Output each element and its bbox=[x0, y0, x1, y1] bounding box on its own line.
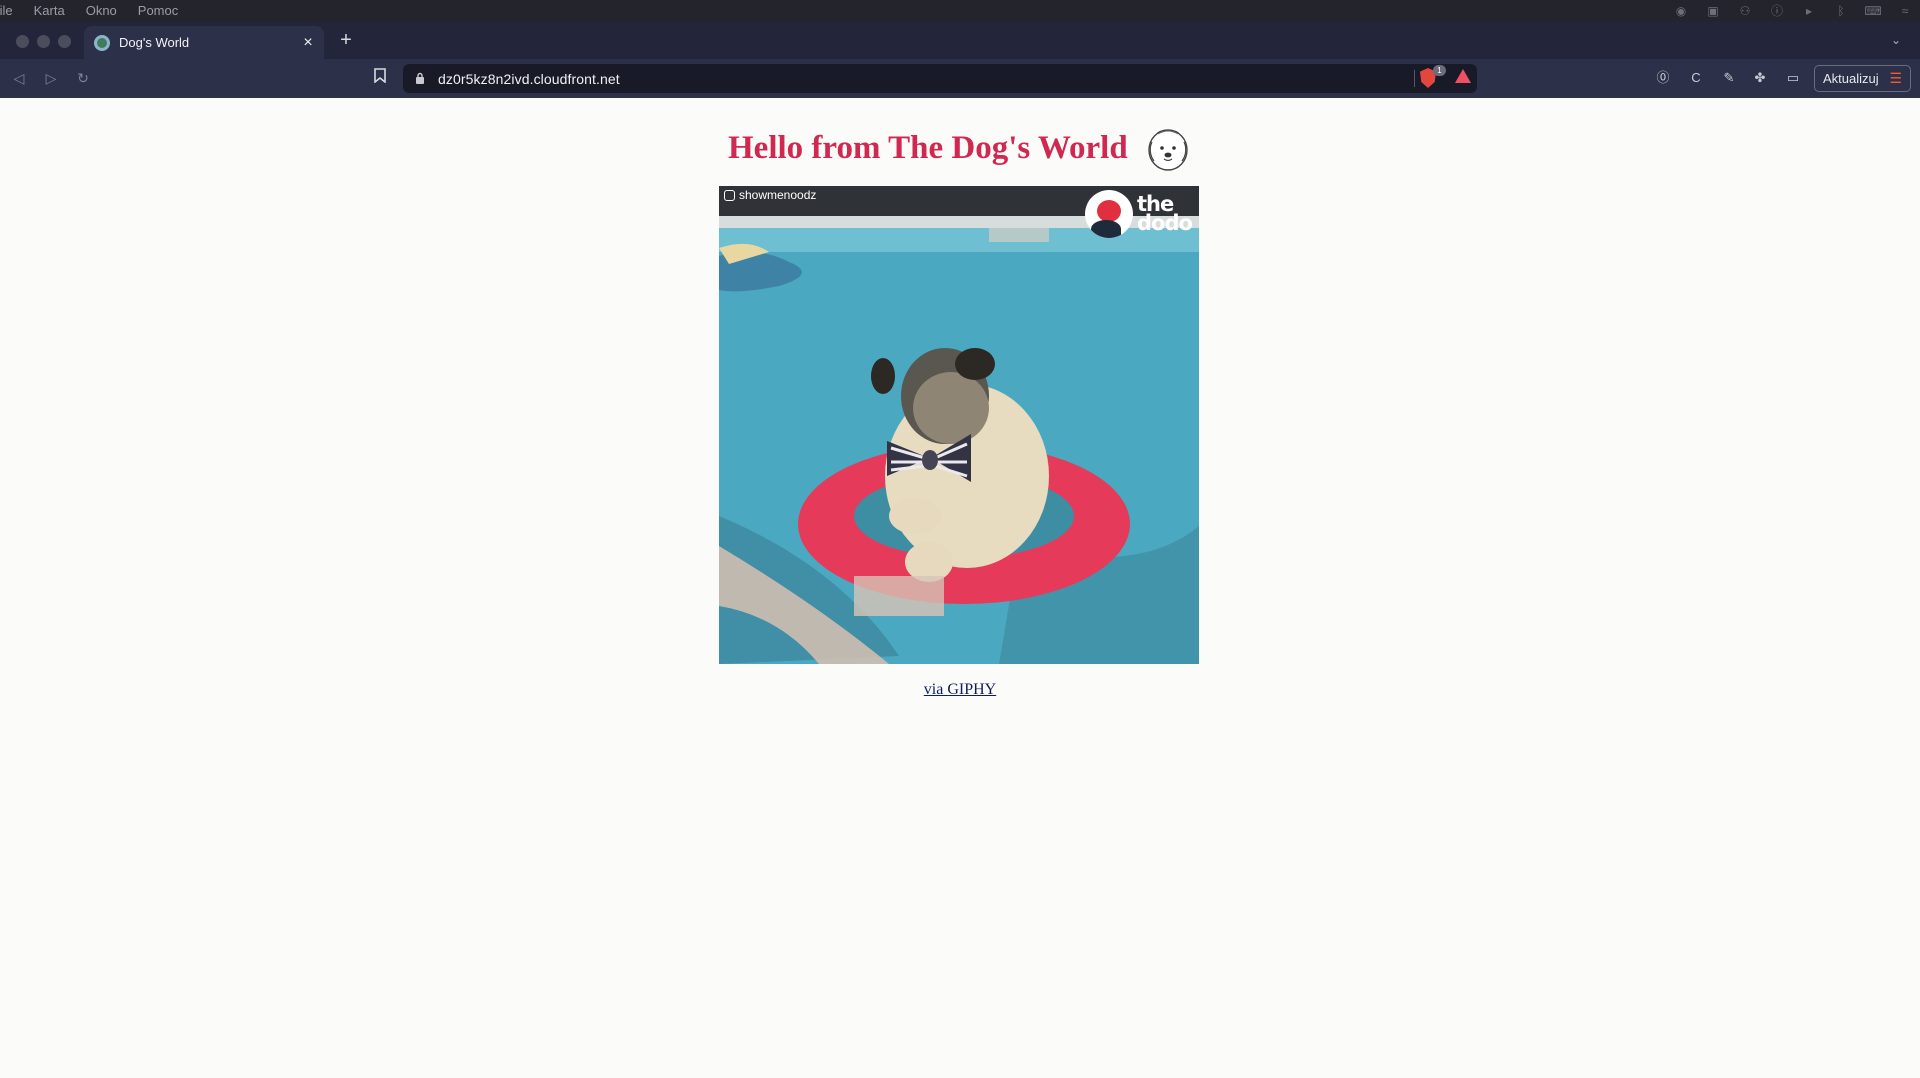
page-heading: Hello from The Dog's World bbox=[0, 124, 1920, 172]
tab-close-icon[interactable]: × bbox=[296, 34, 320, 52]
address-bar[interactable]: dz0r5kz8n2ivd.cloudfront.net bbox=[403, 64, 1477, 93]
wallet-icon[interactable]: ▭ bbox=[1783, 68, 1803, 88]
dodo-bird-icon bbox=[1085, 190, 1133, 238]
status-keyboard-icon[interactable]: ⌨ bbox=[1864, 4, 1882, 18]
reload-icon[interactable]: ↻ bbox=[72, 67, 94, 89]
pen-extension-icon[interactable]: ✎ bbox=[1719, 68, 1739, 88]
via-prefix: via bbox=[923, 681, 948, 698]
update-button[interactable]: Aktualizuj ☰ bbox=[1814, 65, 1911, 92]
address-bar-divider bbox=[1414, 70, 1415, 87]
url-text[interactable]: dz0r5kz8n2ivd.cloudfront.net bbox=[438, 71, 620, 87]
gif-credit-text: showmenoodz bbox=[739, 188, 817, 202]
update-label: Aktualizuj bbox=[1823, 71, 1879, 86]
menu-okno[interactable]: Okno bbox=[86, 0, 117, 22]
minimize-window-button[interactable] bbox=[37, 35, 50, 48]
app-menu: file Karta Okno Pomoc bbox=[0, 0, 199, 22]
forward-arrow-icon[interactable]: ▷ bbox=[40, 67, 62, 89]
tab-dogs-world[interactable]: Dog's World × bbox=[84, 26, 324, 59]
dog-gif-image: showmenoodz the dodo bbox=[719, 186, 1199, 664]
back-arrow-icon[interactable]: ◁ bbox=[8, 67, 30, 89]
status-info-icon[interactable]: ⓘ bbox=[1768, 4, 1786, 18]
dog-face-icon bbox=[1144, 124, 1192, 172]
web-page: Hello from The Dog's World showmenoodz t… bbox=[0, 98, 1920, 1078]
gif-credit: showmenoodz bbox=[724, 188, 816, 202]
shield-count-badge: 1 bbox=[1433, 65, 1446, 76]
giphy-link-text: GIPHY bbox=[947, 681, 997, 698]
close-window-button[interactable] bbox=[16, 35, 29, 48]
extension-c-icon[interactable]: C bbox=[1686, 68, 1706, 88]
zoom-window-button[interactable] bbox=[58, 35, 71, 48]
status-bluetooth-icon[interactable]: ᛒ bbox=[1832, 4, 1850, 18]
heading-text: Hello from The Dog's World bbox=[728, 130, 1128, 166]
status-wifi-icon[interactable]: ≈ bbox=[1896, 4, 1914, 18]
lock-icon bbox=[413, 72, 427, 86]
menu-file[interactable]: file bbox=[0, 0, 13, 22]
via-giphy-link[interactable]: via GIPHY bbox=[924, 681, 996, 698]
new-tab-button[interactable]: + bbox=[334, 28, 358, 52]
brave-rewards-icon[interactable] bbox=[1455, 69, 1471, 83]
status-people-icon[interactable]: ⚇ bbox=[1736, 4, 1754, 18]
pug-in-pool-illustration bbox=[719, 186, 1199, 664]
tab-strip: Dog's World × + ⌄ bbox=[0, 22, 1920, 59]
puzzle-extensions-icon[interactable]: ✤ bbox=[1750, 68, 1770, 88]
browser-toolbar: ◁ ▷ ↻ dz0r5kz8n2ivd.cloudfront.net 1 ⓪ C… bbox=[0, 59, 1920, 98]
tab-title: Dog's World bbox=[119, 35, 190, 50]
dodo-logo-text: the dodo bbox=[1137, 192, 1193, 235]
status-play-icon[interactable]: ▸ bbox=[1800, 4, 1818, 18]
hamburger-menu-icon[interactable]: ☰ bbox=[1889, 70, 1902, 87]
the-dodo-logo: the dodo bbox=[1085, 190, 1195, 238]
macos-menu-bar: file Karta Okno Pomoc ◉ ▣ ⚇ ⓘ ▸ ᛒ ⌨ ≈ bbox=[0, 0, 1920, 22]
status-icons: ◉ ▣ ⚇ ⓘ ▸ ᛒ ⌨ ≈ bbox=[1672, 0, 1914, 22]
window-controls bbox=[16, 35, 71, 48]
bookmark-icon[interactable] bbox=[369, 67, 391, 89]
status-window-icon[interactable]: ▣ bbox=[1704, 4, 1722, 18]
status-record-icon[interactable]: ◉ bbox=[1672, 4, 1690, 18]
via-giphy-caption: via GIPHY bbox=[0, 681, 1920, 699]
menu-pomoc[interactable]: Pomoc bbox=[138, 0, 178, 22]
chevron-down-icon[interactable]: ⌄ bbox=[1886, 30, 1906, 50]
instagram-icon bbox=[724, 189, 735, 201]
menu-karta[interactable]: Karta bbox=[34, 0, 65, 22]
password-manager-icon[interactable]: ⓪ bbox=[1653, 68, 1673, 88]
globe-favicon-icon bbox=[94, 34, 110, 51]
